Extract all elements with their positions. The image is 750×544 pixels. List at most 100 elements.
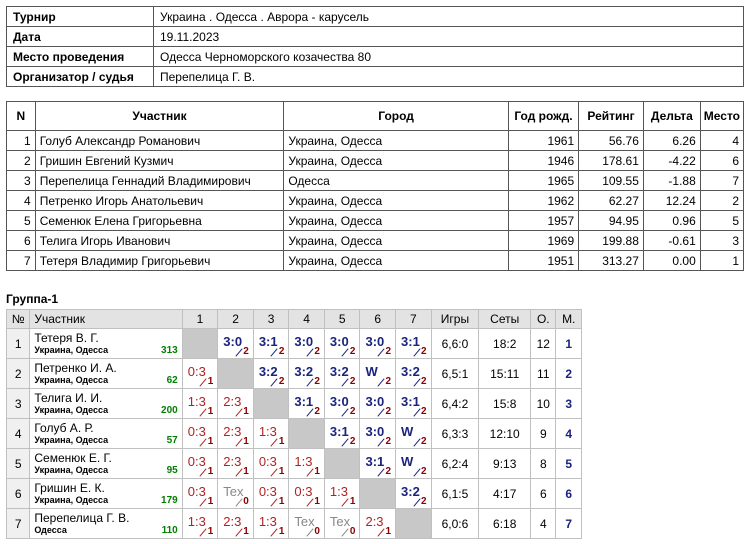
grid-player: Петренко И. А. Украина, Одесса 62 (29, 358, 183, 389)
grid-row: 7 Перепелица Г. В. Одесса 110 1:3 1 2:3 1 1:3 1 Te… (5, 508, 582, 539)
info-label: Место проведения (6, 46, 154, 67)
match-slash (199, 528, 207, 537)
match-score: 0:3 (258, 454, 277, 469)
grid-match-cell: 3:2 2 (395, 358, 432, 389)
table-row: 2 Гришин Евгений Кузмич Украина, Одесса 194… (6, 150, 745, 171)
participant-place: 1 (699, 250, 745, 271)
grid-points: 8 (530, 448, 557, 479)
grid-player-rating: 62 (166, 375, 178, 386)
grid-diagonal-cell (395, 508, 432, 539)
grid-points: 10 (530, 388, 557, 419)
match-points: 2 (385, 346, 392, 357)
grid-points: 11 (530, 358, 557, 389)
match-points: 2 (421, 346, 427, 357)
grid-match-cell: Tex 0 (217, 478, 254, 509)
grid-player-city: Украина, Одесса (34, 494, 109, 505)
grid-match-cell: 1:3 1 (323, 478, 361, 509)
match-score: 2:3 (223, 424, 242, 439)
grid-place: 2 (555, 358, 582, 389)
grid-player: Телига И. И. Украина, Одесса 200 (29, 388, 183, 419)
grid-player-name: Тетеря В. Г. (34, 330, 99, 345)
grid-match-cell: 3:2 2 (323, 358, 361, 389)
grid-player-name: Гришин Е. К. (34, 480, 105, 495)
grid-header-col-4: 4 (288, 309, 325, 329)
info-value: Перепелица Г. В. (153, 66, 744, 87)
grid-sets: 6:18 (478, 508, 532, 539)
match-slash (270, 528, 278, 537)
grid-match-cell: 2:3 1 (217, 388, 254, 419)
match-score: 3:0 (223, 334, 243, 349)
grid-header-col-7: 7 (395, 309, 432, 329)
grid-place: 5 (555, 448, 582, 479)
grid-match-cell: 3:1 2 (395, 388, 432, 419)
match-points: 2 (314, 346, 320, 357)
participant-num: 7 (6, 250, 36, 271)
match-points: 1 (243, 526, 249, 537)
participant-city: Украина, Одесса (283, 230, 509, 251)
match-result: 3:1 2 (396, 329, 431, 358)
match-result: 3:1 2 (360, 449, 395, 478)
participant-num: 5 (6, 210, 36, 231)
match-slash (306, 528, 314, 537)
participant-place: 5 (699, 210, 745, 231)
participant-year: 1957 (507, 210, 580, 231)
grid-player: Голуб А. Р. Украина, Одесса 57 (29, 418, 183, 449)
grid-header-col-1: 1 (181, 309, 219, 329)
participant-year: 1961 (507, 130, 580, 151)
info-label: Дата (6, 26, 154, 47)
match-score: W (401, 424, 414, 439)
grid-player-rating: 200 (161, 405, 178, 416)
match-slash (377, 378, 385, 387)
participant-rating: 94.95 (578, 210, 644, 231)
grid-player-name: Перепелица Г. В. (34, 510, 130, 525)
match-points: 0 (349, 526, 356, 537)
match-slash (270, 498, 278, 507)
grid-player-city: Одесса (34, 524, 67, 535)
match-score: 2:3 (223, 454, 242, 469)
match-score: 1:3 (187, 394, 206, 409)
match-score: Tex (294, 514, 315, 529)
match-result: 3:0 2 (360, 329, 395, 358)
participant-delta: -0.61 (642, 230, 701, 251)
grid-player: Перепелица Г. В. Одесса 110 (29, 508, 183, 539)
match-slash (412, 348, 421, 357)
match-score: 3:2 (401, 364, 420, 379)
grid-sets: 15:8 (478, 388, 532, 419)
participant-name: Петренко Игорь Анатольевич (34, 190, 285, 211)
tournament-info-table: Турнир Украина . Одесса . Аврора - карусе… (6, 6, 744, 87)
match-points: 2 (243, 346, 249, 357)
info-row: Организатор / судья Перепелица Г. В. (6, 66, 744, 87)
match-slash (377, 438, 385, 447)
participant-place: 4 (699, 130, 745, 151)
grid-place: 4 (555, 418, 582, 449)
match-score: Tex (223, 484, 244, 499)
participant-name: Тетеря Владимир Григорьевич (34, 250, 285, 271)
match-result: 2:3 1 (218, 509, 253, 538)
grid-match-cell: 3:0 2 (323, 328, 361, 359)
grid-row-num: 2 (5, 358, 31, 389)
match-score: 3:2 (258, 364, 278, 379)
grid-match-cell: 0:3 1 (181, 478, 219, 509)
grid-header-player: Участник (29, 309, 183, 329)
grid-match-cell: 3:2 2 (288, 358, 325, 389)
col-header-place: Место (699, 101, 745, 131)
match-points: 2 (421, 406, 427, 417)
grid-row-num: 3 (5, 388, 31, 419)
grid-row: 1 Тетеря В. Г. Украина, Одесса 313 3:0 2 3:1 2 3… (5, 328, 582, 359)
match-points: 2 (421, 466, 427, 477)
match-score: 3:0 (329, 394, 349, 409)
info-row: Дата 19.11.2023 (6, 26, 744, 47)
grid-sets: 18:2 (478, 328, 532, 359)
match-result: 3:0 2 (218, 329, 253, 358)
match-score: 1:3 (258, 424, 277, 439)
grid-player-name: Семенюк Е. Г. (34, 450, 112, 465)
col-header-year: Год рожд. (507, 101, 580, 131)
match-result: 0:3 1 (254, 449, 289, 478)
match-slash (412, 498, 421, 507)
match-result: 3:1 2 (254, 329, 289, 358)
match-result: 1:3 1 (254, 419, 289, 448)
match-score: 0:3 (187, 364, 206, 379)
participant-delta: 0.96 (642, 210, 701, 231)
match-score: 3:0 (365, 394, 385, 409)
match-result: 0:3 1 (254, 479, 289, 508)
